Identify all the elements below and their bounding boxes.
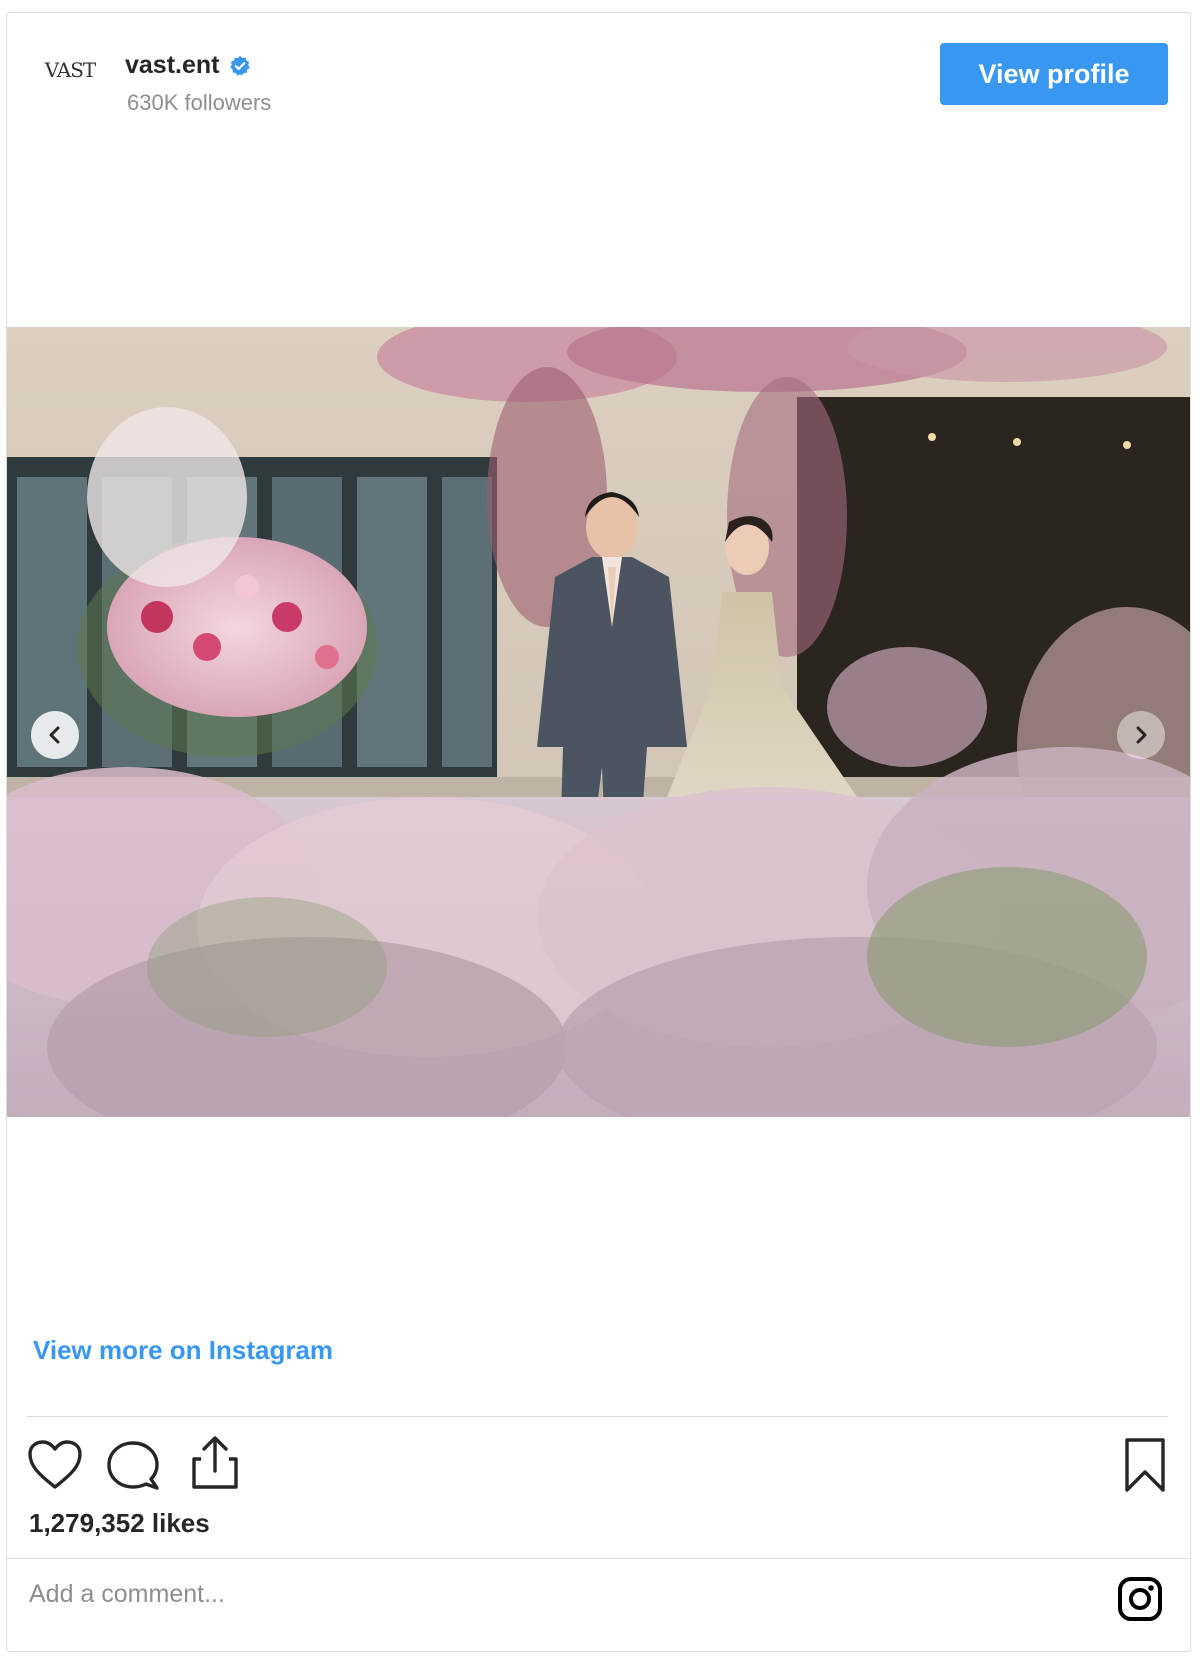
view-more-on-instagram-link[interactable]: View more on Instagram [33,1335,333,1366]
avatar[interactable]: VAST [39,49,101,91]
carousel-next-button[interactable] [1117,711,1165,759]
verified-badge-icon [230,55,251,76]
username-row: vast.ent [125,51,251,80]
heart-icon[interactable] [27,1439,83,1491]
action-bar [27,1433,1167,1503]
post-header: VAST vast.ent 630K followers View profil… [7,13,1190,115]
carousel-prev-button[interactable] [31,711,79,759]
view-profile-button[interactable]: View profile [940,43,1168,105]
chevron-right-icon [1136,726,1147,744]
divider [7,1558,1190,1559]
avatar-logo-text: VAST [44,58,97,82]
share-icon[interactable] [189,1435,241,1491]
instagram-logo-icon[interactable] [1116,1575,1164,1623]
wedding-photo-image [7,327,1190,1117]
like-count: 1,279,352 likes [29,1508,210,1538]
add-comment-input[interactable] [29,1580,829,1609]
follower-count: 630K followers [127,90,272,115]
username[interactable]: vast.ent [125,51,219,80]
instagram-embed-card: VAST vast.ent 630K followers View profil… [6,12,1191,1652]
post-photo[interactable] [7,327,1190,1117]
chevron-left-icon [49,726,60,744]
divider [27,1416,1168,1417]
bookmark-icon[interactable] [1123,1437,1167,1493]
comment-icon[interactable] [105,1439,161,1491]
